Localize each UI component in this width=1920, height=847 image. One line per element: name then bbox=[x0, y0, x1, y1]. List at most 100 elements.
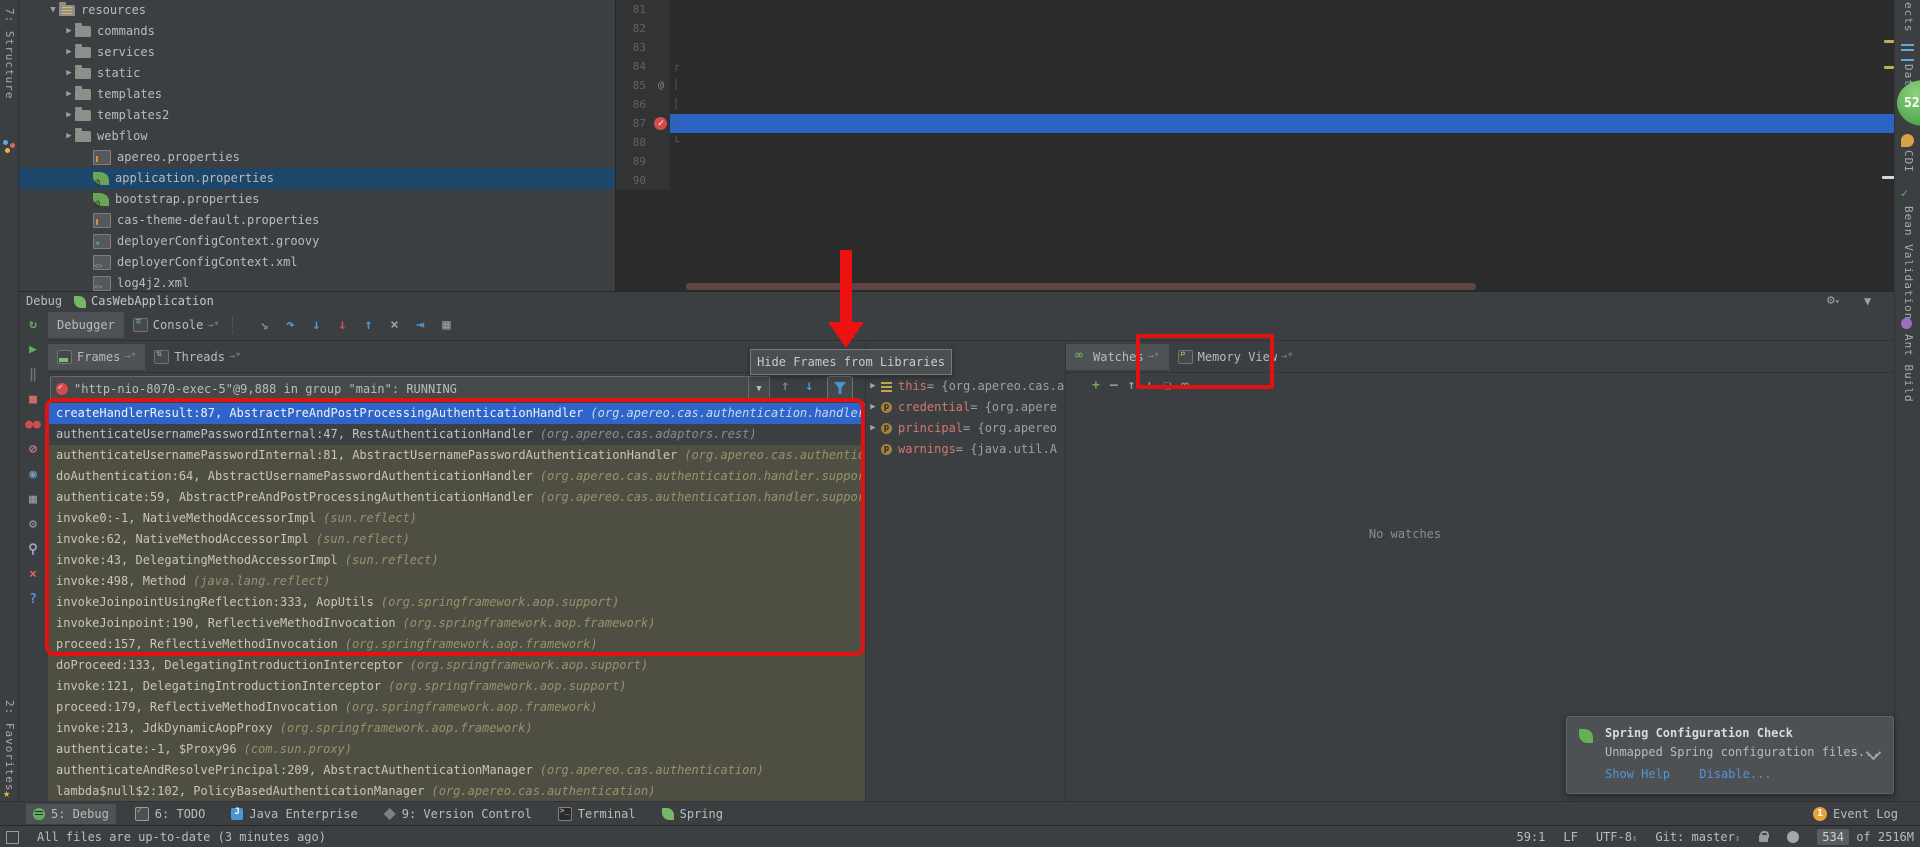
pin-tab-button[interactable]: ⚲ bbox=[19, 537, 47, 561]
tool-window-button[interactable]: Terminal bbox=[551, 804, 643, 824]
show-execution-point-button[interactable]: ↘ bbox=[251, 314, 277, 336]
error-stripe-mark[interactable] bbox=[1884, 40, 1894, 43]
tree-row[interactable]: ▶ services bbox=[19, 42, 615, 63]
tab-watches[interactable]: Watches→* bbox=[1066, 344, 1169, 370]
gutter-icon[interactable]: ✓ bbox=[652, 114, 670, 133]
editor-hscrollbar-thumb[interactable] bbox=[686, 283, 1476, 290]
thread-selector[interactable]: "http-nio-8070-exec-5"@9,888 in group "m… bbox=[50, 376, 770, 401]
line-number[interactable]: 85 bbox=[616, 76, 652, 95]
gutter-icon[interactable] bbox=[652, 0, 670, 19]
tree-row[interactable]: ▼ resources bbox=[19, 0, 615, 21]
hector-inspector-icon[interactable] bbox=[1787, 831, 1799, 843]
remove-watch-button[interactable]: — bbox=[1110, 378, 1118, 393]
stack-frame-row[interactable]: invokeJoinpointUsingReflection:333, AopU… bbox=[48, 592, 865, 613]
stack-frame-row[interactable]: proceed:157, ReflectiveMethodInvocation(… bbox=[48, 634, 865, 655]
variable-row[interactable]: ▶ credential = {org.apere bbox=[866, 397, 1083, 418]
line-number[interactable]: 81 bbox=[616, 0, 652, 19]
debug-settings-gear-icon[interactable]: ⚙▾ bbox=[1827, 293, 1840, 308]
stack-frame-row[interactable]: invoke:62, NativeMethodAccessorImpl(sun.… bbox=[48, 529, 865, 550]
variable-row[interactable]: ▶ principal = {org.apereo bbox=[866, 418, 1083, 439]
stack-frame-row[interactable]: authenticateUsernamePasswordInternal:47,… bbox=[48, 424, 865, 445]
tool-stripe-projects-partial[interactable]: ects bbox=[1902, 2, 1915, 33]
file-encoding[interactable]: UTF-8↕ bbox=[1596, 830, 1638, 844]
drop-frame-button[interactable]: × bbox=[381, 314, 407, 336]
stop-button[interactable]: ■ bbox=[19, 387, 47, 411]
cdi-bean-icon[interactable] bbox=[1901, 134, 1914, 147]
frame-down-button[interactable]: ↓ bbox=[805, 378, 813, 394]
structure-icon[interactable] bbox=[3, 140, 15, 154]
lock-icon[interactable] bbox=[1758, 831, 1769, 843]
caret-position[interactable]: 59:1 bbox=[1516, 830, 1545, 844]
settings-button[interactable]: ⚙ bbox=[19, 512, 47, 536]
hide-frames-from-libraries-button[interactable] bbox=[827, 376, 853, 400]
project-tree[interactable]: ▼ resources ▶ commands ▶ services ▶ stat… bbox=[19, 0, 616, 291]
tool-window-button[interactable]: 5: Debug bbox=[26, 804, 116, 824]
tree-row[interactable]: apereo.properties bbox=[19, 147, 615, 168]
stack-frame-row[interactable]: authenticateAndResolvePrincipal:209, Abs… bbox=[48, 760, 865, 781]
vcs-branch[interactable]: Git: master↕ bbox=[1655, 830, 1740, 844]
tree-expand-arrow[interactable]: ▶ bbox=[63, 21, 75, 42]
tool-window-button[interactable]: Spring bbox=[655, 804, 730, 824]
error-stripe-mark[interactable] bbox=[1884, 66, 1894, 69]
tree-row[interactable]: ▶ commands bbox=[19, 21, 615, 42]
line-number[interactable]: 86 bbox=[616, 95, 652, 114]
line-separator[interactable]: LF bbox=[1563, 830, 1577, 844]
stack-frame-row[interactable]: authenticate:-1, $Proxy96(com.sun.proxy) bbox=[48, 739, 865, 760]
tree-row[interactable]: cas-theme-default.properties bbox=[19, 210, 615, 231]
tab-frames[interactable]: Frames→* bbox=[48, 344, 145, 370]
stack-frame-row[interactable]: invoke:213, JdkDynamicAopProxy(org.sprin… bbox=[48, 718, 865, 739]
tab-console[interactable]: Console→* bbox=[124, 312, 229, 338]
step-over-button[interactable]: ↷ bbox=[277, 314, 303, 336]
line-number[interactable]: 83 bbox=[616, 38, 652, 57]
show-help-link[interactable]: Show Help bbox=[1605, 767, 1670, 781]
fold-marker[interactable]: └ bbox=[670, 133, 682, 152]
tree-row[interactable]: deployerConfigContext.groovy bbox=[19, 231, 615, 252]
tool-window-button[interactable]: Java Enterprise bbox=[224, 804, 364, 824]
tool-stripe-ant-build[interactable]: Ant Build bbox=[1902, 334, 1915, 403]
tab-debugger[interactable]: Debugger bbox=[48, 312, 124, 338]
variables-panel[interactable]: ▶ this = {org.apereo.cas.a ▶ credential … bbox=[866, 376, 1083, 802]
resume-button[interactable]: ▶ bbox=[19, 337, 47, 361]
mute-breakpoints-button[interactable]: ⊘ bbox=[19, 437, 47, 461]
stack-frame-row[interactable]: invoke:121, DelegatingIntroductionInterc… bbox=[48, 676, 865, 697]
fold-marker[interactable]: │ bbox=[670, 114, 682, 133]
tool-stripe-structure[interactable]: 7: Structure bbox=[3, 8, 16, 99]
tree-row[interactable]: deployerConfigContext.xml bbox=[19, 252, 615, 273]
duplicate-watch-button[interactable]: ❏ bbox=[1163, 378, 1171, 393]
fold-marker[interactable] bbox=[670, 152, 682, 171]
line-number[interactable]: 82 bbox=[616, 19, 652, 38]
bean-validation-icon[interactable] bbox=[1901, 188, 1914, 201]
fold-marker[interactable] bbox=[670, 171, 682, 190]
tool-stripe-cdi[interactable]: CDI bbox=[1902, 150, 1915, 173]
gutter-icon[interactable] bbox=[652, 57, 670, 76]
stack-frame-row[interactable]: lambda$null$2:102, PolicyBasedAuthentica… bbox=[48, 781, 865, 802]
close-button[interactable]: × bbox=[19, 562, 47, 586]
tab-memory-view[interactable]: Memory View→* bbox=[1169, 344, 1303, 370]
rerun-button[interactable]: ↻ bbox=[19, 312, 47, 336]
tree-row[interactable]: ▶ static bbox=[19, 63, 615, 84]
gutter-icon[interactable] bbox=[652, 152, 670, 171]
frame-up-button[interactable]: ↑ bbox=[781, 378, 789, 394]
tree-row[interactable]: application.properties bbox=[19, 168, 615, 189]
tree-row[interactable]: log4j2.xml bbox=[19, 273, 615, 291]
database-icon[interactable] bbox=[1901, 44, 1914, 61]
stack-frames-list[interactable]: createHandlerResult:87, AbstractPreAndPo… bbox=[48, 403, 865, 802]
view-breakpoints-button[interactable]: ●● bbox=[19, 412, 47, 436]
gutter-icon[interactable] bbox=[652, 38, 670, 57]
restore-layout-button[interactable]: ▦ bbox=[19, 487, 47, 511]
pause-button[interactable]: ‖ bbox=[19, 362, 47, 386]
add-watch-button[interactable]: + bbox=[1092, 378, 1100, 393]
tool-window-switcher-icon[interactable] bbox=[6, 831, 19, 844]
stack-frame-row[interactable]: createHandlerResult:87, AbstractPreAndPo… bbox=[48, 403, 865, 424]
variable-row[interactable]: warnings = {java.util.A bbox=[866, 439, 1083, 460]
tree-expand-arrow[interactable]: ▶ bbox=[63, 84, 75, 105]
disable-link[interactable]: Disable... bbox=[1699, 767, 1771, 781]
fold-marker[interactable]: │ bbox=[670, 95, 682, 114]
tool-stripe-favorites[interactable]: 2: Favorites bbox=[3, 700, 16, 791]
stack-frame-row[interactable]: invoke:498, Method(java.lang.reflect) bbox=[48, 571, 865, 592]
stack-frame-row[interactable]: authenticateUsernamePasswordInternal:81,… bbox=[48, 445, 865, 466]
stack-frame-row[interactable]: invoke0:-1, NativeMethodAccessorImpl(sun… bbox=[48, 508, 865, 529]
move-watch-down-button[interactable]: ↓ bbox=[1145, 378, 1153, 393]
run-to-cursor-button[interactable]: ⇥ bbox=[407, 314, 433, 336]
tree-expand-arrow[interactable]: ▶ bbox=[63, 63, 75, 84]
